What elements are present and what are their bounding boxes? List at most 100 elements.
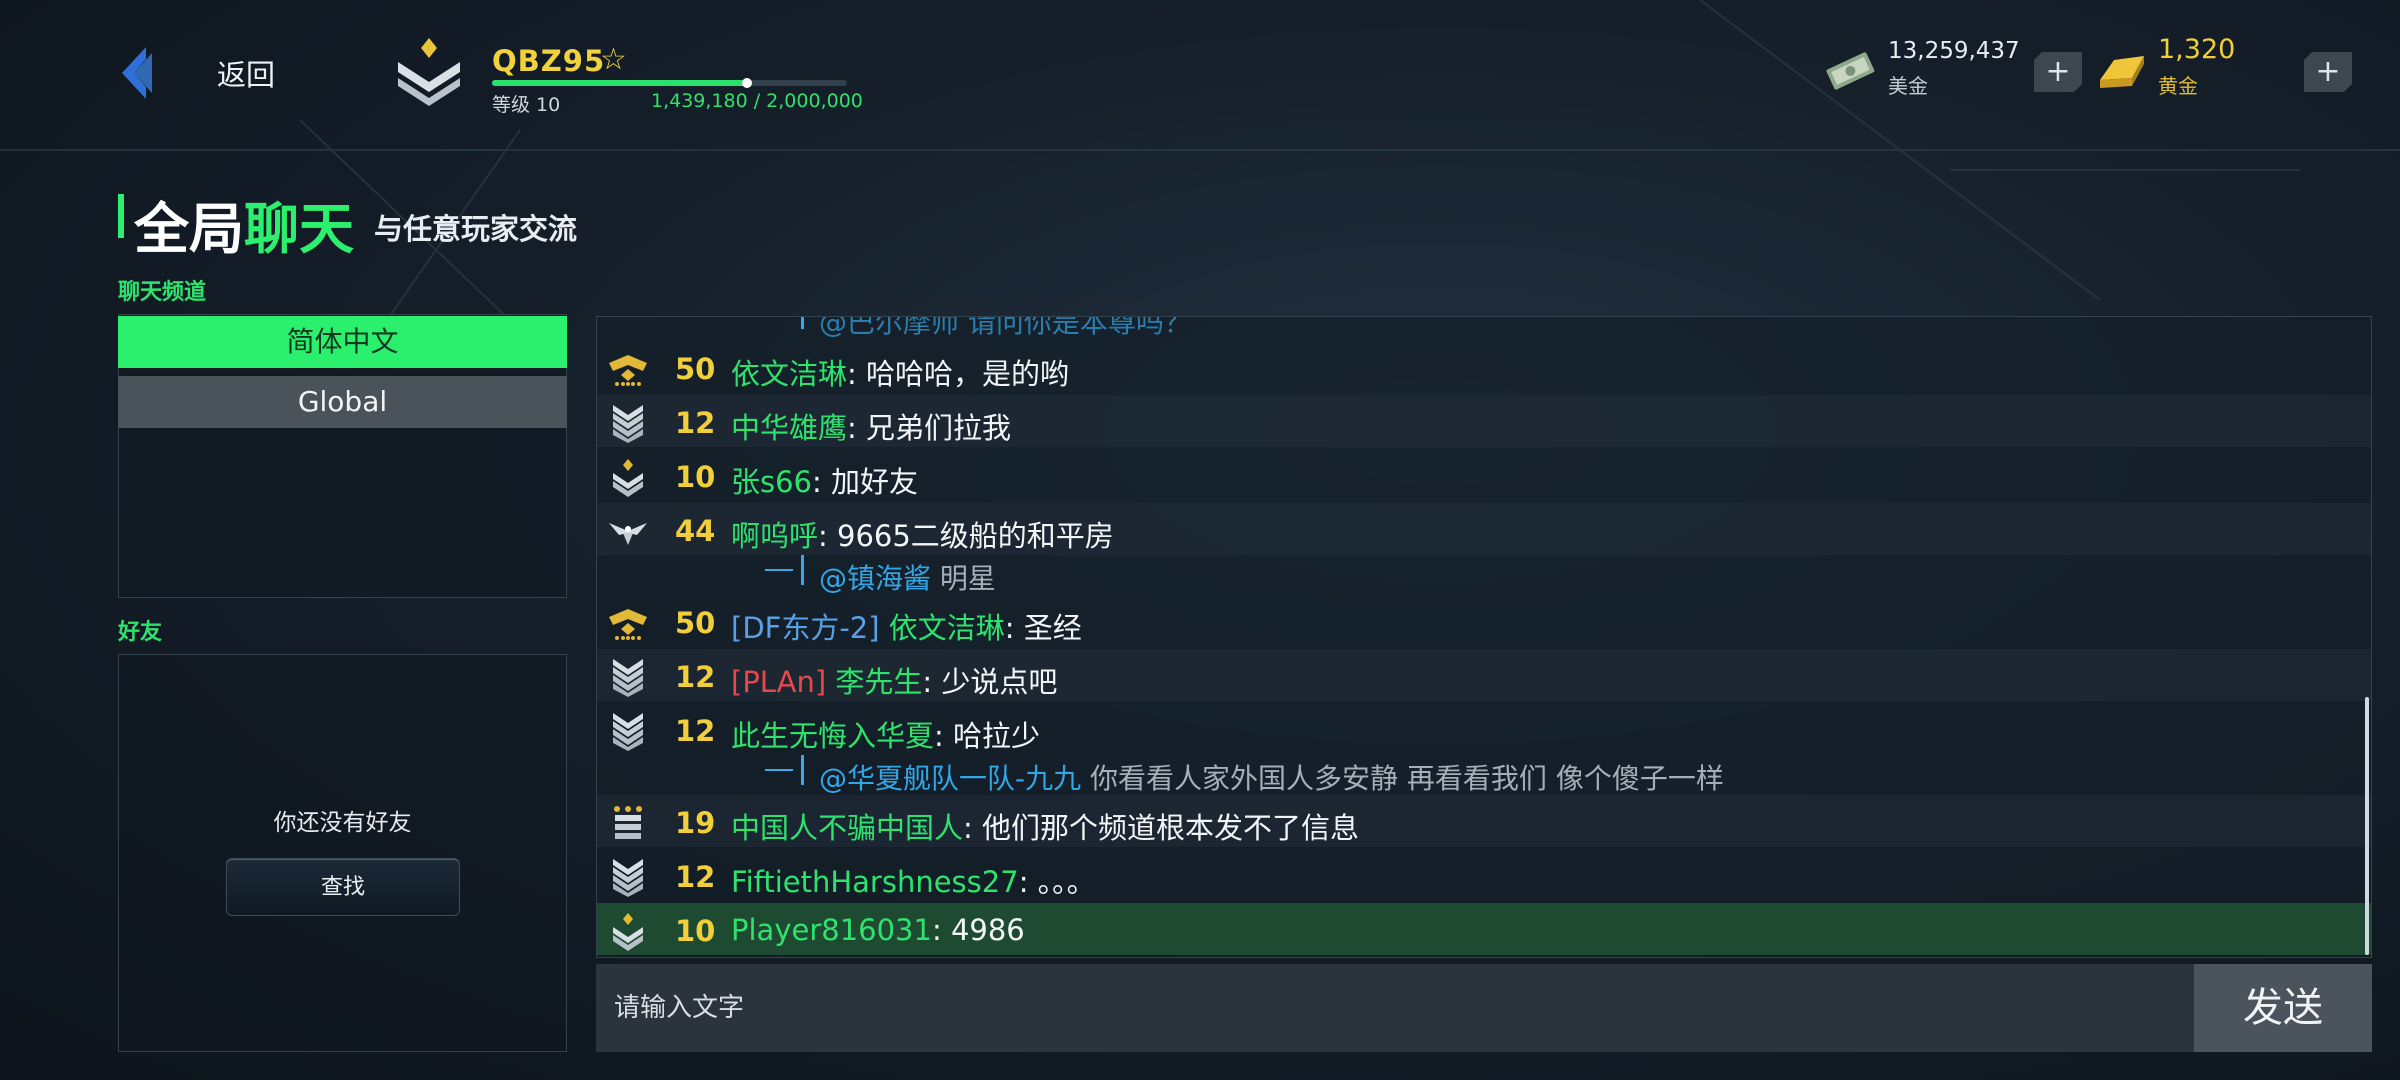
chat-message-row[interactable]: 50 依文洁琳: 哈哈哈，是的哟 [597,341,2371,393]
chat-message-row[interactable]: 12 此生无悔入华夏: 哈拉少 [597,703,2371,755]
message-text: FiftiethHarshness27: 。。。 [731,859,1096,901]
message-body: : 4986 [931,913,1025,947]
chat-message-row[interactable]: 12 FiftiethHarshness27: 。。。 [597,849,2371,901]
player-name-link[interactable]: 张s66 [731,465,812,499]
player-name-link[interactable]: Player816031 [731,913,932,947]
reply-mention[interactable]: @镇海酱 [819,562,931,595]
xp-progress-bar [492,78,847,88]
message-text: [DF东方-2] 依文洁琳: 圣经 [731,605,1082,647]
reply-mention[interactable]: @华夏舰队一队-九九 [819,762,1081,795]
chat-message-row[interactable]: 12 中华雄鹰: 兄弟们拉我 [597,395,2371,447]
message-text: 中华雄鹰: 兄弟们拉我 [731,405,1011,447]
message-body: : 哈拉少 [934,719,1041,753]
reply-quote-row: @华夏舰队一队-九九 你看看人家外国人多安静 再看看我们 像个傻子一样 [597,755,2371,795]
rank-icon [613,913,643,951]
send-button[interactable]: 发送 [2194,964,2372,1052]
message-text: 中国人不骗中国人: 他们那个频道根本发不了信息 [731,805,1359,847]
message-text: 此生无悔入华夏: 哈拉少 [731,713,1040,755]
channel-tab-global[interactable]: Global [118,376,567,428]
rank-icon [613,405,643,443]
message-level: 12 [675,406,716,440]
rank-icon [613,459,643,497]
cash-icon [1826,52,1875,90]
page-title: 全局聊天 [134,184,354,264]
partial-reply: @巴尔摩师 请问你是本尊吗？ [597,316,2371,339]
rank-icon [609,609,647,640]
page-title-part2: 聊天 [244,197,355,261]
player-name-link[interactable]: 中华雄鹰 [731,411,847,445]
chat-message-row[interactable]: 44 啊呜呼: 9665二级船的和平房 [597,503,2371,555]
cash-value: 13,259,437 [1888,38,2020,64]
partial-reply-text: @巴尔摩师 请问你是本尊吗？ [819,316,1192,339]
gold-value: 1,320 [2158,34,2236,65]
message-text: [PLAn] 李先生: 少说点吧 [731,659,1057,701]
message-body: : 他们那个频道根本发不了信息 [963,811,1360,845]
gold-bar-icon [2100,56,2144,88]
vip-star-icon: ☆ [600,42,627,77]
friends-panel [118,654,567,1052]
chat-message-row[interactable]: 10 Player816031: 4986 [597,903,2371,955]
player-name-link[interactable]: 此生无悔入华夏 [731,719,934,753]
message-body: : 哈哈哈，是的哟 [847,357,1070,391]
message-body: : 圣经 [1004,611,1082,645]
rank-icon [609,355,647,386]
message-body: : 加好友 [812,465,919,499]
player-name-link[interactable]: 依文洁琳 [731,357,847,391]
reply-text: @镇海酱 明星 [819,557,996,597]
rank-icon [613,713,643,751]
player-name-link[interactable]: 李先生 [835,665,922,699]
reply-hook-icon [765,555,804,585]
add-cash-button[interactable]: + [2034,52,2082,92]
chat-message-list[interactable]: @巴尔摩师 请问你是本尊吗？ 50 依文洁琳: 哈哈哈，是的哟 12 中华雄鹰: 兄弟… [596,316,2372,958]
message-body: : 。。。 [1018,865,1096,899]
clan-tag[interactable]: [PLAn] [731,665,826,699]
chat-message-row[interactable]: 12 [PLAn] 李先生: 少说点吧 [597,649,2371,701]
message-body: : 9665二级船的和平房 [818,519,1114,553]
channel-section-label: 聊天频道 [118,280,207,305]
message-level: 19 [675,806,716,840]
add-gold-button[interactable]: + [2304,52,2352,92]
chat-scrollbar[interactable] [2365,697,2369,955]
player-name-link[interactable]: 啊呜呼 [731,519,818,553]
message-level: 12 [675,860,716,894]
chat-input[interactable] [596,964,2196,1052]
back-button[interactable]: 返回 [112,38,276,108]
message-level: 10 [675,914,716,948]
reply-quote-row: @镇海酱 明星 [597,555,2371,595]
rank-emblem-icon [398,38,460,106]
message-body: : 兄弟们拉我 [847,411,1012,445]
xp-text: 1,439,180 / 2,000,000 [651,90,863,112]
rank-icon [614,806,642,839]
message-level: 10 [675,460,716,494]
rank-icon [613,859,643,897]
reply-quote: 你看看人家外国人多安静 再看看我们 像个傻子一样 [1090,762,1724,795]
chat-message-row[interactable]: 50 [DF东方-2] 依文洁琳: 圣经 [597,595,2371,647]
player-name-link[interactable]: 依文洁琳 [889,611,1005,645]
clan-tag[interactable]: [DF东方-2] [731,611,880,645]
back-label: 返回 [217,58,276,92]
channel-tab-chinese[interactable]: 简体中文 [118,316,567,368]
title-accent-bar [118,194,124,238]
gold-label: 黄金 [2158,74,2198,98]
message-level: 12 [675,714,716,748]
level-label: 等级 10 [492,94,561,116]
xp-progress-fill [492,80,748,86]
message-text: 依文洁琳: 哈哈哈，是的哟 [731,351,1069,393]
no-friends-message: 你还没有好友 [273,810,412,836]
rank-icon [613,659,643,697]
player-name: QBZ95 [492,44,606,78]
player-name-link[interactable]: FiftiethHarshness27 [731,865,1019,899]
page-subtitle: 与任意玩家交流 [374,212,578,246]
reply-hook-icon [765,755,804,785]
cash-label: 美金 [1888,74,1928,98]
page-title-part1: 全局 [134,197,245,261]
friends-section-label: 好友 [118,620,163,645]
chat-message-row[interactable]: 10 张s66: 加好友 [597,449,2371,501]
find-friends-button[interactable]: 查找 [226,858,460,916]
player-name-link[interactable]: 中国人不骗中国人 [731,811,963,845]
chat-message-row[interactable]: 19 中国人不骗中国人: 他们那个频道根本发不了信息 [597,795,2371,847]
message-text: Player816031: 4986 [731,913,1025,947]
chat-input-bar [596,964,2196,1052]
message-text: 张s66: 加好友 [731,459,918,501]
message-level: 50 [675,352,716,386]
